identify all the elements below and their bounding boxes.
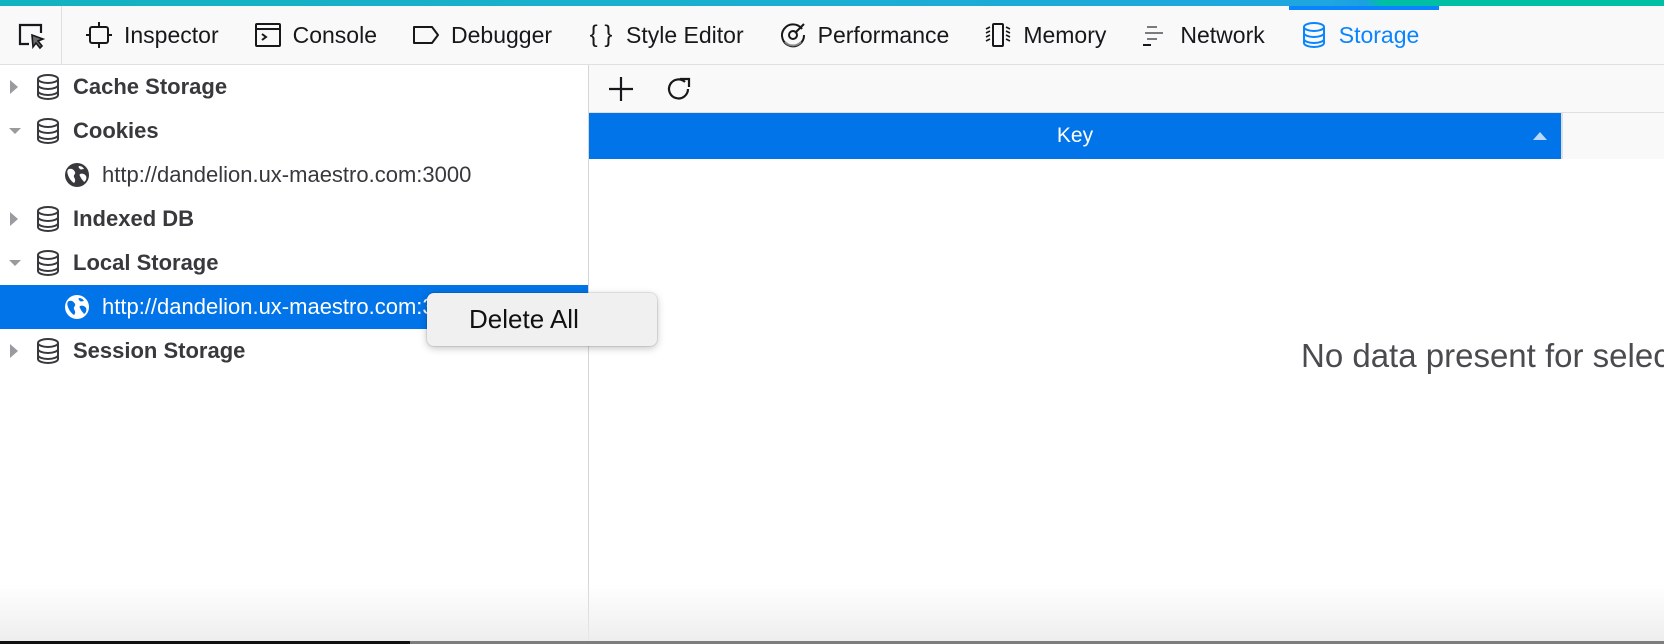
globe-icon [64, 162, 90, 188]
tree-item-label: http://dandelion.ux-maestro.com:3000 [102, 162, 472, 187]
tab-storage[interactable]: Storage [1288, 6, 1440, 64]
tab-label: Network [1180, 21, 1265, 48]
globe-icon [64, 294, 90, 320]
memory-icon [983, 20, 1013, 50]
tree-item-label: http://dandelion.ux-maestro.com:3000 [102, 294, 472, 319]
tab-console[interactable]: Console [249, 6, 397, 64]
tab-label: Debugger [451, 21, 553, 48]
add-item-button[interactable] [605, 73, 637, 105]
collapse-arrow-icon[interactable] [9, 126, 21, 136]
tree-item-label: Cache Storage [73, 74, 228, 99]
tree-item-label: Session Storage [73, 338, 246, 363]
empty-table-message: No data present for selected host [1301, 337, 1664, 374]
tree-item-label: Local Storage [73, 250, 219, 275]
storage-tree-sidebar: Cache Storage Cookies http://dandelion.u… [0, 65, 589, 644]
database-icon [35, 73, 61, 101]
tree-item-local-storage[interactable]: Local Storage [0, 241, 588, 285]
context-menu: Delete All [427, 293, 657, 346]
database-icon [35, 205, 61, 233]
tab-label: Console [292, 21, 377, 48]
console-icon [253, 20, 283, 50]
tab-label: Inspector [124, 21, 219, 48]
database-icon [35, 337, 61, 365]
storage-icon [1299, 20, 1329, 50]
column-header-label: Key [1056, 124, 1094, 147]
element-picker-button[interactable] [0, 6, 62, 64]
tree-item-cookies-host[interactable]: http://dandelion.ux-maestro.com:3000 [0, 153, 588, 197]
tree-item-cookies[interactable]: Cookies [0, 109, 588, 153]
collapse-arrow-icon[interactable] [9, 258, 21, 268]
storage-table-panel: Key No data present for selected host [589, 65, 1664, 644]
plus-icon [609, 76, 633, 101]
expand-arrow-icon[interactable] [9, 211, 21, 227]
database-icon [35, 117, 61, 145]
debugger-icon [411, 20, 441, 50]
tab-memory[interactable]: Memory [979, 6, 1126, 64]
inspector-icon [84, 20, 114, 50]
column-header-key[interactable]: Key [589, 113, 1561, 159]
network-icon [1140, 20, 1170, 50]
tree-item-label: Cookies [73, 118, 159, 143]
devtools-toolbar: Inspector Console Debugger { } Style Edi… [0, 6, 1664, 65]
expand-arrow-icon[interactable] [9, 79, 21, 95]
tree-item-cache-storage[interactable]: Cache Storage [0, 65, 588, 109]
tree-item-indexed-db[interactable]: Indexed DB [0, 197, 588, 241]
tree-item-label: Indexed DB [73, 206, 195, 231]
tab-inspector[interactable]: Inspector [80, 6, 239, 64]
database-icon [35, 249, 61, 277]
context-menu-item-delete-all[interactable]: Delete All [427, 304, 579, 335]
refresh-button[interactable] [663, 73, 695, 105]
refresh-icon [667, 77, 691, 100]
tab-performance[interactable]: Performance [774, 6, 970, 64]
tab-label: Performance [817, 21, 950, 48]
expand-arrow-icon[interactable] [9, 343, 21, 359]
tab-label: Storage [1338, 21, 1420, 48]
table-header: Key [589, 113, 1664, 159]
performance-icon [778, 20, 808, 50]
sort-ascending-icon [1533, 132, 1547, 140]
tab-debugger[interactable]: Debugger [407, 6, 572, 64]
style-editor-icon: { } [589, 21, 613, 48]
column-header-empty [1561, 113, 1664, 159]
table-toolbar [589, 65, 1664, 113]
element-picker-icon [18, 23, 45, 50]
tab-style-editor[interactable]: { } Style Editor [582, 6, 764, 64]
tab-label: Style Editor [626, 21, 744, 48]
tab-label: Memory [1023, 21, 1107, 48]
tab-network[interactable]: Network [1136, 6, 1284, 64]
